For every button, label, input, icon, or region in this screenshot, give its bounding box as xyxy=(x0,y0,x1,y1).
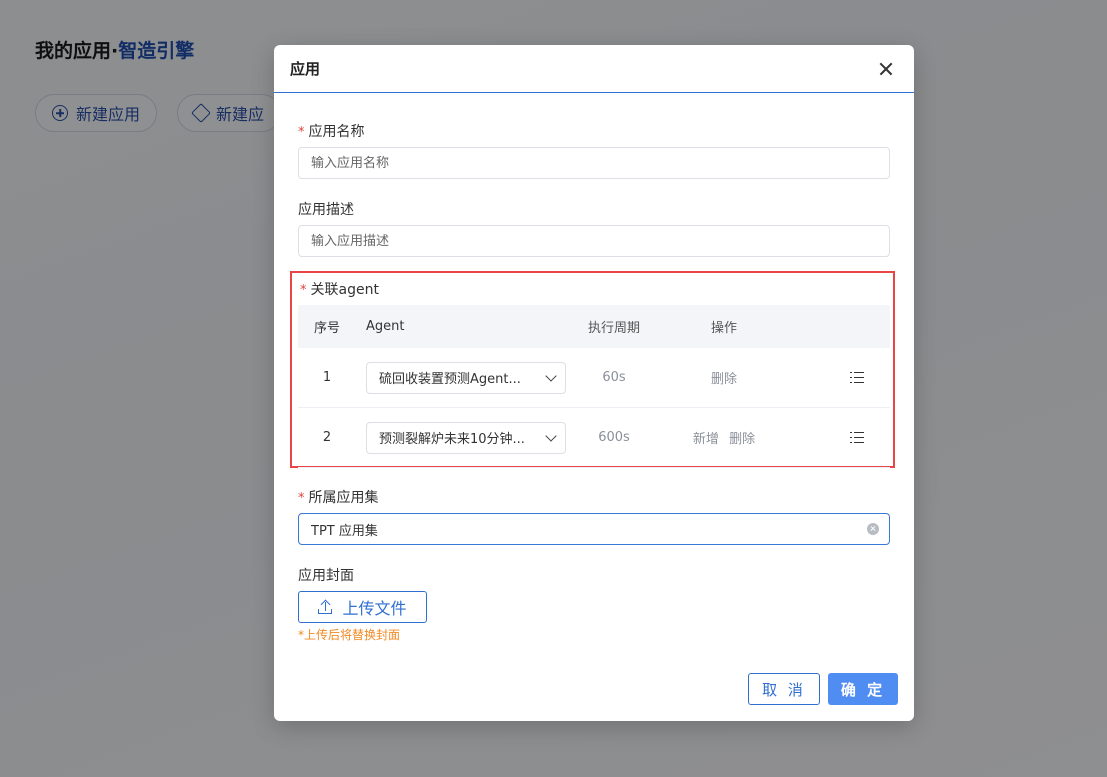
cancel-button[interactable]: 取 消 xyxy=(748,673,820,705)
upload-icon xyxy=(318,599,333,614)
row-agent-cell: 硫回收装置预测Agent... xyxy=(356,361,566,394)
col-cycle-header: 执行周期 xyxy=(587,321,640,336)
cover-label: 应用封面 xyxy=(298,568,354,584)
delete-link[interactable]: 删除 xyxy=(729,432,755,447)
agent-select[interactable]: 预测裂解炉未来10分钟... xyxy=(366,421,566,454)
row-ops: 新增 删除 xyxy=(672,428,776,447)
app-name-label-text: 应用名称 xyxy=(308,124,365,140)
required-mark: * xyxy=(298,125,305,140)
chevron-down-icon xyxy=(545,369,557,382)
agent-select-value: 硫回收装置预测Agent... xyxy=(379,372,521,387)
table-row: 2 预测裂解炉未来10分钟... 600s 新增 删除 xyxy=(298,408,890,468)
dialog-title: 应用 xyxy=(290,60,321,78)
row-seq: 2 xyxy=(322,430,332,445)
app-desc-label: 应用描述 xyxy=(298,202,354,218)
required-mark: * xyxy=(298,491,305,506)
app-dialog: 应用 *应用名称 应用描述 *关联agent 序号 Agent 执行周期 操作 … xyxy=(274,45,914,721)
required-mark: * xyxy=(300,283,307,298)
row-list-cell xyxy=(776,371,890,384)
agent-label-text: 关联agent xyxy=(310,282,379,298)
dialog-header: 应用 xyxy=(274,45,914,93)
row-list-cell xyxy=(776,431,890,444)
agent-select-value: 预测裂解炉未来10分钟... xyxy=(379,432,525,447)
clear-icon[interactable] xyxy=(867,523,879,535)
table-header: 序号 Agent 执行周期 操作 xyxy=(298,305,890,348)
app-set-select[interactable]: TPT 应用集 xyxy=(298,513,890,545)
app-name-input[interactable] xyxy=(298,147,890,179)
cover-hint: *上传后将替换封面 xyxy=(298,628,401,642)
col-seq-header: 序号 xyxy=(313,321,340,336)
app-name-label: * 应用名称 xyxy=(298,121,365,141)
list-icon[interactable] xyxy=(850,371,864,384)
row-seq: 1 xyxy=(322,370,332,385)
app-desc-input[interactable] xyxy=(298,225,890,257)
agent-section: * 关联agent 序号 Agent 执行周期 操作 1 硫回收装置预测Agent… xyxy=(290,271,895,468)
col-agent-header: Agent xyxy=(366,319,405,334)
add-link[interactable]: 新增 xyxy=(693,432,719,447)
upload-file-button[interactable]: 上传文件 xyxy=(298,591,427,623)
upload-file-label: 上传文件 xyxy=(342,599,407,618)
agent-select[interactable]: 硫回收装置预测Agent... xyxy=(366,361,566,394)
chevron-down-icon xyxy=(545,429,557,442)
row-agent-cell: 预测裂解炉未来10分钟... xyxy=(356,421,566,454)
row-cycle: 600s xyxy=(598,430,630,445)
close-icon[interactable] xyxy=(874,57,898,81)
app-set-value: TPT 应用集 xyxy=(311,523,378,539)
app-set-label: * 所属应用集 xyxy=(298,487,379,507)
col-op-header: 操作 xyxy=(710,321,737,336)
confirm-button[interactable]: 确 定 xyxy=(828,673,898,705)
row-cycle: 60s xyxy=(602,370,626,385)
agent-label: * 关联agent xyxy=(300,279,379,299)
delete-link[interactable]: 删除 xyxy=(711,372,737,387)
agent-table: 序号 Agent 执行周期 操作 1 硫回收装置预测Agent... 60s 删… xyxy=(298,305,890,468)
row-ops: 删除 xyxy=(672,368,776,387)
app-set-label-text: 所属应用集 xyxy=(308,490,379,506)
list-icon[interactable] xyxy=(850,431,864,444)
table-row: 1 硫回收装置预测Agent... 60s 删除 xyxy=(298,348,890,408)
